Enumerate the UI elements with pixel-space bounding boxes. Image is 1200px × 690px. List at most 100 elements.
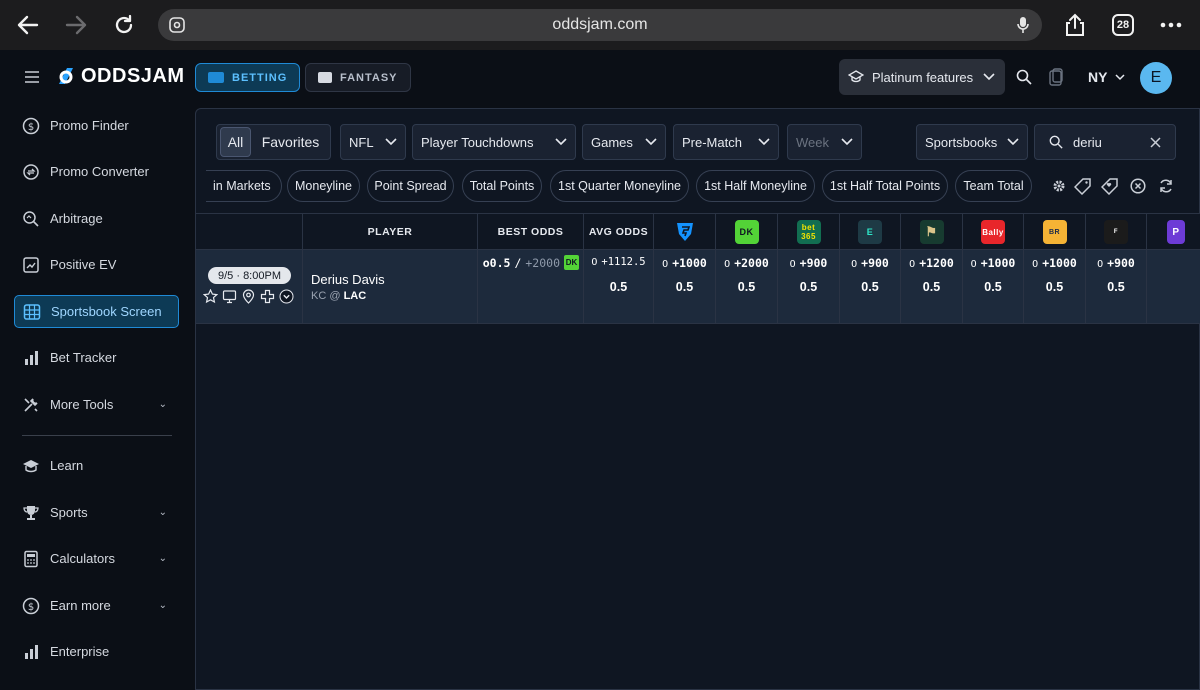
- tag-icon[interactable]: [1073, 177, 1092, 200]
- platinum-features-button[interactable]: Platinum features: [839, 59, 1005, 95]
- book-odds-cell-partial[interactable]: [1146, 250, 1200, 323]
- header-book-espnbet[interactable]: E: [839, 214, 900, 250]
- tabs-button[interactable]: 28: [1108, 10, 1138, 40]
- header-avg-odds[interactable]: AVG ODDS: [583, 214, 653, 250]
- timing-select[interactable]: Pre-Match: [673, 124, 779, 160]
- market-chip-main-markets[interactable]: in Markets: [206, 170, 282, 202]
- hamburger-menu-icon[interactable]: [24, 70, 40, 89]
- book-odds-price: +1200: [919, 256, 954, 270]
- sidebar-item-arbitrage[interactable]: Arbitrage: [14, 202, 179, 235]
- caesars-logo: ⚑: [919, 220, 944, 244]
- more-options-icon[interactable]: [1156, 10, 1186, 40]
- region-selector[interactable]: NY: [1088, 69, 1125, 85]
- sidebar-item-calculators[interactable]: Calculators ⌄: [14, 542, 179, 575]
- player-cell[interactable]: Derius Davis KC @ LAC: [302, 250, 477, 323]
- injury-cross-icon[interactable]: [259, 288, 275, 304]
- monitor-icon[interactable]: [221, 288, 237, 304]
- sidebar-item-sportsbook-screen[interactable]: Sportsbook Screen: [14, 295, 179, 328]
- betting-tab[interactable]: BETTING: [195, 63, 301, 92]
- star-icon[interactable]: [202, 288, 218, 304]
- book-odds-price: +1000: [980, 256, 1016, 270]
- header-book-betrivers[interactable]: BR: [1023, 214, 1085, 250]
- favorites-toggle[interactable]: Favorites: [251, 134, 330, 150]
- sidebar-item-label: Bet Tracker: [50, 350, 117, 365]
- sidebar-item-earn-more[interactable]: $ Earn more ⌄: [14, 589, 179, 622]
- wallet-icon[interactable]: [1048, 68, 1064, 91]
- best-odds-cell[interactable]: o0.5 / +2000 DK: [477, 250, 583, 323]
- clear-search-icon[interactable]: [1150, 136, 1161, 151]
- close-circle-icon[interactable]: [1130, 178, 1146, 199]
- header-book-partial[interactable]: P: [1146, 214, 1200, 250]
- book-odds-cell-espnbet[interactable]: O +900 0.5: [839, 250, 900, 323]
- odds-table-header: PLAYER BEST ODDS AVG ODDS DK bet 365 E ⚑ …: [196, 213, 1200, 250]
- book-odds-price: +2000: [734, 256, 769, 270]
- search-value: deriu: [1073, 134, 1102, 150]
- market-chip-total-points[interactable]: Total Points: [462, 170, 542, 202]
- book-odds-cell-bet365[interactable]: O +900 0.5: [777, 250, 839, 323]
- player-name[interactable]: Derius Davis: [311, 272, 385, 287]
- header-book-caesars[interactable]: ⚑: [900, 214, 962, 250]
- sportsbooks-select[interactable]: Sportsbooks: [916, 124, 1028, 160]
- sidebar-item-learn[interactable]: Learn: [14, 449, 179, 482]
- refresh-icon[interactable]: [1158, 178, 1174, 199]
- reload-icon[interactable]: [109, 10, 139, 40]
- sidebar-item-sports[interactable]: Sports ⌄: [14, 496, 179, 529]
- settings-gear-icon[interactable]: [1052, 179, 1066, 198]
- sidebar-item-more-tools[interactable]: More Tools ⌄: [14, 388, 179, 421]
- opponent-abbr: LAC: [343, 290, 367, 302]
- book-odds-cell-draftkings[interactable]: O +2000 0.5: [715, 250, 777, 323]
- address-bar[interactable]: oddsjam.com: [158, 9, 1042, 41]
- sidebar-item-promo-converter[interactable]: Promo Converter: [14, 155, 179, 188]
- microphone-icon[interactable]: [1016, 16, 1030, 39]
- header-book-bet365[interactable]: bet 365: [777, 214, 839, 250]
- avg-odds-line: 0.5: [609, 280, 628, 294]
- over-prefix: O: [970, 259, 977, 270]
- sidebar-item-bet-tracker[interactable]: Bet Tracker: [14, 341, 179, 374]
- oddsjam-logo[interactable]: ODDSJAM: [55, 65, 185, 88]
- market-select[interactable]: Player Touchdowns: [412, 124, 576, 160]
- week-select[interactable]: Week: [787, 124, 862, 160]
- sidebar-item-promo-finder[interactable]: $ Promo Finder: [14, 109, 179, 142]
- market-chip-point-spread[interactable]: Point Spread: [367, 170, 454, 202]
- market-chip-1st-quarter-moneyline[interactable]: 1st Quarter Moneyline: [550, 170, 689, 202]
- book-odds-cell-caesars[interactable]: O +1200 0.5: [900, 250, 962, 323]
- league-select[interactable]: NFL: [340, 124, 406, 160]
- avatar[interactable]: E: [1140, 62, 1172, 94]
- platinum-label: Platinum features: [872, 69, 974, 85]
- search-icon[interactable]: [1016, 69, 1032, 90]
- header-player[interactable]: PLAYER: [302, 214, 477, 250]
- tag-heart-icon[interactable]: [1100, 177, 1119, 200]
- sidebar-item-positive-ev[interactable]: Positive EV: [14, 248, 179, 281]
- book-odds-cell-fanduel[interactable]: O +1000 0.5: [653, 250, 715, 323]
- header-book-ballybet[interactable]: Bally: [962, 214, 1023, 250]
- market-chip-moneyline[interactable]: Moneyline: [287, 170, 360, 202]
- back-arrow-icon[interactable]: [13, 10, 43, 40]
- market-chip-1st-half-total-points[interactable]: 1st Half Total Points: [822, 170, 948, 202]
- forward-arrow-icon[interactable]: [61, 10, 91, 40]
- expand-chevron-icon[interactable]: [278, 288, 294, 304]
- header-book-fanduel[interactable]: [653, 214, 715, 250]
- site-settings-icon[interactable]: [168, 16, 186, 39]
- trophy-icon: [23, 505, 39, 520]
- sidebar-item-enterprise[interactable]: Enterprise: [14, 635, 179, 668]
- header-label: AVG ODDS: [588, 226, 649, 238]
- games-select[interactable]: Games: [582, 124, 666, 160]
- book-odds-cell-ballybet[interactable]: O +1000 0.5: [962, 250, 1023, 323]
- player-search-input[interactable]: deriu: [1034, 124, 1176, 160]
- header-book-fanatics[interactable]: F: [1085, 214, 1146, 250]
- book-odds-cell-fanatics[interactable]: O +900 0.5: [1085, 250, 1146, 323]
- table-row[interactable]: 9/5 · 8:00PM Derius Davis KC @ LAC o0.5 …: [196, 250, 1200, 324]
- dollar-coin-icon: $: [22, 597, 40, 614]
- league-value: NFL: [349, 134, 374, 150]
- best-odds-line: o0.5: [482, 255, 511, 270]
- chip-label: Total Points: [469, 179, 535, 193]
- fantasy-tab[interactable]: FANTASY: [305, 63, 411, 92]
- market-chip-team-total[interactable]: Team Total: [955, 170, 1032, 202]
- all-toggle[interactable]: All: [220, 127, 251, 157]
- share-icon[interactable]: [1060, 10, 1090, 40]
- market-chip-1st-half-moneyline[interactable]: 1st Half Moneyline: [696, 170, 815, 202]
- book-odds-cell-betrivers[interactable]: O +1000 0.5: [1023, 250, 1085, 323]
- header-best-odds[interactable]: BEST ODDS: [477, 214, 583, 250]
- location-pin-icon[interactable]: [240, 288, 256, 304]
- header-book-draftkings[interactable]: DK: [715, 214, 777, 250]
